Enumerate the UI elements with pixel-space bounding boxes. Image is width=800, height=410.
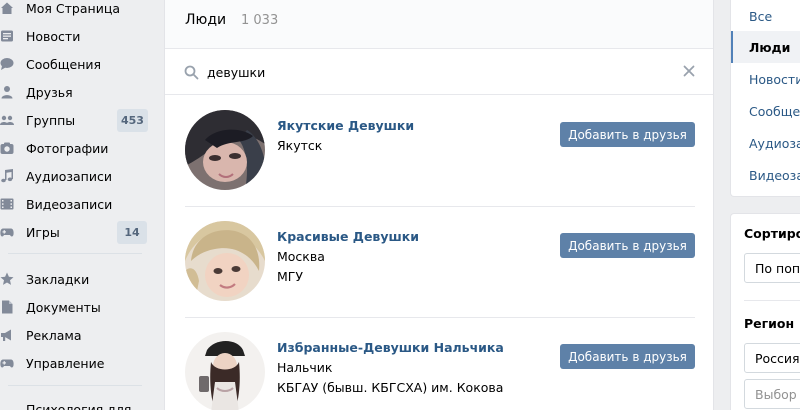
- sidebar-item-label: Новости: [26, 28, 81, 44]
- filter-tab-communities[interactable]: Сообщества: [731, 95, 800, 127]
- document-icon: [0, 300, 14, 314]
- left-sidebar: Моя Страница Новости Сообщения Друзья Гр…: [0, 0, 150, 410]
- person-university: МГУ: [277, 269, 304, 284]
- sidebar-item-bookmarks[interactable]: Закладки: [0, 265, 150, 293]
- sidebar-item-label: Аудиозаписи: [26, 168, 112, 184]
- groups-icon: [0, 113, 14, 127]
- list-item: Якутские Девушки Якутск Добавить в друзь…: [165, 96, 713, 207]
- messages-icon: [0, 57, 14, 71]
- filter-tab-news[interactable]: Новости: [731, 63, 800, 95]
- sidebar-item-label: Закладки: [26, 271, 90, 287]
- page-title: Люди: [185, 12, 227, 28]
- person-city: Якутск: [277, 138, 323, 153]
- sidebar-item-messages[interactable]: Сообщения: [0, 50, 150, 78]
- sidebar-item-label: Реклама: [26, 327, 82, 343]
- sidebar-item-groups[interactable]: Группы 453: [0, 106, 150, 134]
- sidebar-item-manage[interactable]: Управление: [0, 349, 150, 377]
- sidebar-item-ads[interactable]: Реклама: [0, 321, 150, 349]
- sidebar-item-label: Игры: [26, 224, 60, 240]
- sidebar-item-my-page[interactable]: Моя Страница: [0, 0, 150, 22]
- add-friend-button[interactable]: Добавить в друзья: [560, 233, 695, 258]
- search-icon: [184, 65, 199, 80]
- sidebar-item-documents[interactable]: Документы: [0, 293, 150, 321]
- sidebar-item-news[interactable]: Новости: [0, 22, 150, 50]
- music-icon: [0, 169, 14, 183]
- camera-icon: [0, 141, 14, 155]
- search-bar: [165, 49, 713, 95]
- star-icon: [0, 272, 14, 286]
- sidebar-item-label: Видеозаписи: [26, 196, 113, 212]
- groups-counter-badge: 453: [117, 108, 148, 132]
- sidebar-item-label: Друзья: [26, 84, 73, 100]
- add-friend-button[interactable]: Добавить в друзья: [560, 344, 695, 369]
- megaphone-icon: [0, 328, 14, 342]
- search-filters-panel: Сортировка По популярности Регион Россия…: [730, 213, 800, 410]
- person-name-link[interactable]: Якутские Девушки: [277, 118, 414, 133]
- gamepad-icon: [0, 356, 14, 370]
- filter-tab-video[interactable]: Видеозаписи: [731, 159, 800, 191]
- region-label: Регион: [744, 316, 795, 331]
- sidebar-item-video[interactable]: Видеозаписи: [0, 190, 150, 218]
- avatar[interactable]: [185, 110, 265, 190]
- search-results-panel: Люди 1 033 Якутские Девушк: [164, 0, 714, 410]
- friends-icon: [0, 85, 14, 99]
- sidebar-item-label: Группы: [26, 112, 76, 128]
- sidebar-item-games[interactable]: Игры 14: [0, 218, 150, 246]
- filter-tab-audio[interactable]: Аудиозаписи: [731, 127, 800, 159]
- games-counter-badge: 14: [117, 220, 147, 244]
- sidebar-item-photos[interactable]: Фотографии: [0, 134, 150, 162]
- list-item: Красивые Девушки Москва МГУ Добавить в д…: [165, 207, 713, 318]
- results-count: 1 033: [241, 13, 279, 28]
- add-friend-button[interactable]: Добавить в друзья: [560, 122, 695, 147]
- sidebar-item-community-link[interactable]: Психология для: [0, 395, 150, 410]
- sort-label: Сортировка: [744, 226, 800, 241]
- list-item: Избранные-Девушки Нальчика Нальчик КБГАУ…: [165, 318, 713, 410]
- sidebar-item-label: Документы: [26, 299, 101, 315]
- city-select[interactable]: Выбор города: [744, 379, 800, 409]
- filter-divider: [744, 300, 800, 301]
- home-icon: [0, 1, 14, 15]
- avatar[interactable]: [185, 221, 265, 301]
- news-icon: [0, 29, 14, 43]
- sidebar-item-label: Психология для: [26, 401, 132, 410]
- person-university: КБГАУ (бывш. КБГСХА) им. Кокова: [277, 380, 504, 395]
- search-sections-menu: Все Люди Новости Сообщества Аудиозаписи …: [730, 0, 800, 197]
- sidebar-item-friends[interactable]: Друзья: [0, 78, 150, 106]
- filter-tab-people[interactable]: Люди: [731, 31, 800, 63]
- sidebar-item-label: Управление: [26, 355, 105, 371]
- person-city: Москва: [277, 249, 325, 264]
- gamepad-icon: [0, 225, 14, 239]
- sidebar-item-label: Фотографии: [26, 140, 109, 156]
- video-icon: [0, 197, 14, 211]
- sidebar-item-label: Моя Страница: [26, 0, 120, 16]
- avatar[interactable]: [185, 332, 265, 410]
- sidebar-divider: [8, 253, 142, 254]
- sidebar-divider: [8, 385, 142, 386]
- person-city: Нальчик: [277, 360, 333, 375]
- person-name-link[interactable]: Красивые Девушки: [277, 229, 419, 244]
- filter-tab-all[interactable]: Все: [731, 0, 800, 32]
- country-select[interactable]: Россия: [744, 343, 800, 373]
- person-name-link[interactable]: Избранные-Девушки Нальчика: [277, 340, 504, 355]
- sidebar-item-audio[interactable]: Аудиозаписи: [0, 162, 150, 190]
- close-icon[interactable]: [682, 64, 696, 78]
- results-header: Люди 1 033: [165, 0, 713, 49]
- sort-select[interactable]: По популярности: [744, 253, 800, 283]
- sidebar-item-label: Сообщения: [26, 56, 102, 72]
- search-input[interactable]: [207, 59, 667, 85]
